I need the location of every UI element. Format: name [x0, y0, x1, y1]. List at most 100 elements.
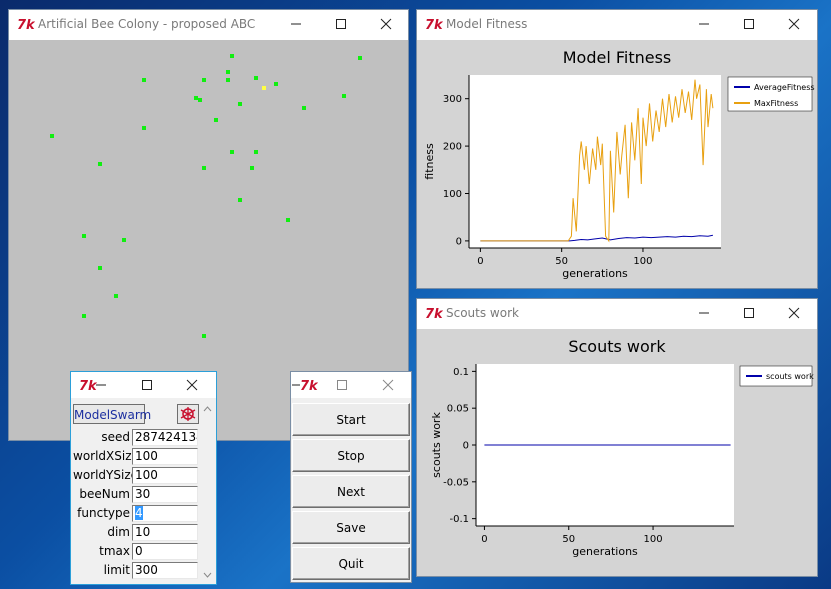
title-bar[interactable]: 7k Scouts work	[417, 299, 817, 327]
close-button[interactable]	[774, 301, 814, 325]
y-tick-label: 0.1	[453, 367, 469, 378]
model-swarm-button[interactable]: ModelSwarm	[73, 404, 151, 424]
bee-12	[238, 102, 242, 106]
maximize-button[interactable]	[729, 301, 769, 325]
bee-17	[230, 150, 234, 154]
save-button[interactable]: Save	[292, 511, 410, 544]
bee-27	[114, 294, 118, 298]
param-value: 30	[135, 487, 151, 501]
y-axis-label: scouts work	[430, 412, 443, 478]
minimize-icon	[291, 23, 301, 25]
param-entry-seed[interactable]: 287424134	[132, 429, 198, 446]
bee-21	[250, 166, 254, 170]
bee-24	[82, 234, 86, 238]
y-tick-label: -0.05	[443, 477, 469, 488]
minimize-button[interactable]	[684, 301, 724, 325]
y-tick-label: 0.05	[447, 404, 469, 415]
y-tick-label: 0	[456, 236, 462, 247]
stop-button[interactable]: Stop	[292, 439, 410, 472]
next-button[interactable]: Next	[292, 475, 410, 508]
legend-entry: AverageFitness	[754, 83, 815, 92]
maximize-button[interactable]	[321, 12, 361, 36]
svg-text:7k: 7k	[17, 18, 35, 32]
param-value: 4	[135, 506, 143, 520]
scouts-chart: 0 50 100 0.1 0.05 0 -0.05 -0.1 generations scouts…	[430, 364, 814, 558]
x-tick-label: 50	[562, 534, 575, 545]
minimize-icon[interactable]	[292, 379, 300, 391]
param-entry-worldysize[interactable]: 100	[132, 467, 198, 484]
maximize-button[interactable]	[325, 373, 359, 397]
bee-6	[254, 76, 258, 80]
quit-button[interactable]: Quit	[292, 547, 410, 580]
param-entry-limit[interactable]: 300	[132, 562, 198, 579]
param-label-worldysize: worldYSize	[73, 468, 139, 482]
title-bar[interactable]: 7k	[291, 372, 411, 398]
window-title: Artificial Bee Colony - proposed ABC	[38, 17, 256, 31]
param-value: 300	[135, 563, 158, 577]
drop-target-button[interactable]	[177, 404, 199, 424]
params-panel: ModelSwarm seed 287424134 worldXSize 100 wor…	[73, 402, 201, 582]
param-entry-beenum[interactable]: 30	[132, 486, 198, 503]
close-icon	[788, 307, 800, 319]
x-tick-label: 0	[477, 256, 483, 267]
param-value: 100	[135, 449, 158, 463]
param-entry-tmax[interactable]: 0	[132, 543, 198, 560]
param-value: 100	[135, 468, 158, 482]
fitness-chart-area: Model Fitness 0 50 100 0 100 200 300 generation…	[417, 40, 817, 288]
title-bar[interactable]: 7k	[71, 372, 216, 398]
close-button[interactable]	[171, 373, 213, 397]
x-tick-label: 100	[633, 256, 652, 267]
bee-23	[286, 218, 290, 222]
bee-18	[254, 150, 258, 154]
bee-1	[358, 56, 362, 60]
param-label-limit: limit	[103, 563, 130, 577]
close-button[interactable]	[369, 373, 407, 397]
svg-text:7k: 7k	[425, 18, 443, 32]
model-swarm-params-window: 7k ModelSwarm seed 287424134 worldXSize 100…	[71, 372, 216, 584]
maximize-icon	[744, 308, 754, 318]
param-entry-worldxsize[interactable]: 100	[132, 448, 198, 465]
close-button[interactable]	[774, 12, 814, 36]
maximize-button[interactable]	[127, 373, 167, 397]
minimize-button[interactable]	[87, 373, 115, 397]
scroll-up-icon	[203, 406, 212, 412]
svg-text:7k: 7k	[300, 379, 318, 393]
bee-14	[214, 118, 218, 122]
y-tick-label: 100	[443, 189, 462, 200]
param-label-tmax: tmax	[99, 544, 130, 558]
legend-entry: MaxFitness	[754, 99, 798, 108]
bee-15	[142, 126, 146, 130]
title-bar[interactable]: 7k Model Fitness	[417, 10, 817, 38]
y-tick-label: -0.1	[449, 514, 469, 525]
tk-feather-icon: 7k	[425, 307, 443, 321]
close-button[interactable]	[366, 12, 406, 36]
param-label-functype: functype	[77, 506, 130, 520]
minimize-icon	[699, 312, 709, 314]
bug-icon	[180, 407, 196, 421]
bee-4	[226, 70, 230, 74]
minimize-button[interactable]	[684, 12, 724, 36]
param-entry-dim[interactable]: 10	[132, 524, 198, 541]
bee-0	[230, 54, 234, 58]
bee-16	[50, 134, 54, 138]
bee-7	[274, 82, 278, 86]
y-tick-label: 200	[443, 142, 462, 153]
minimize-button[interactable]	[276, 12, 316, 36]
param-value: 287424134	[135, 430, 198, 444]
title-bar[interactable]: 7k Artificial Bee Colony - proposed ABC	[9, 10, 408, 38]
tk-feather-icon: 7k	[17, 18, 35, 32]
bee-13	[302, 106, 306, 110]
close-icon	[186, 379, 198, 391]
x-axis-label: generations	[562, 267, 628, 280]
param-entry-functype[interactable]: 4	[132, 505, 198, 522]
vertical-scrollbar[interactable]	[201, 402, 214, 582]
scouts-chart-area: Scouts work 0 50 100 0.1 0.05 0 -0.05 -0.1 gener…	[417, 329, 817, 576]
maximize-button[interactable]	[729, 12, 769, 36]
window-title: Model Fitness	[446, 17, 528, 31]
y-tick-label: 300	[443, 94, 462, 105]
close-icon	[380, 18, 392, 30]
maximize-icon	[744, 19, 754, 29]
start-button[interactable]: Start	[292, 403, 410, 436]
minimize-icon	[699, 23, 709, 25]
control-window: 7k Start Stop Next Save Quit	[291, 372, 411, 582]
